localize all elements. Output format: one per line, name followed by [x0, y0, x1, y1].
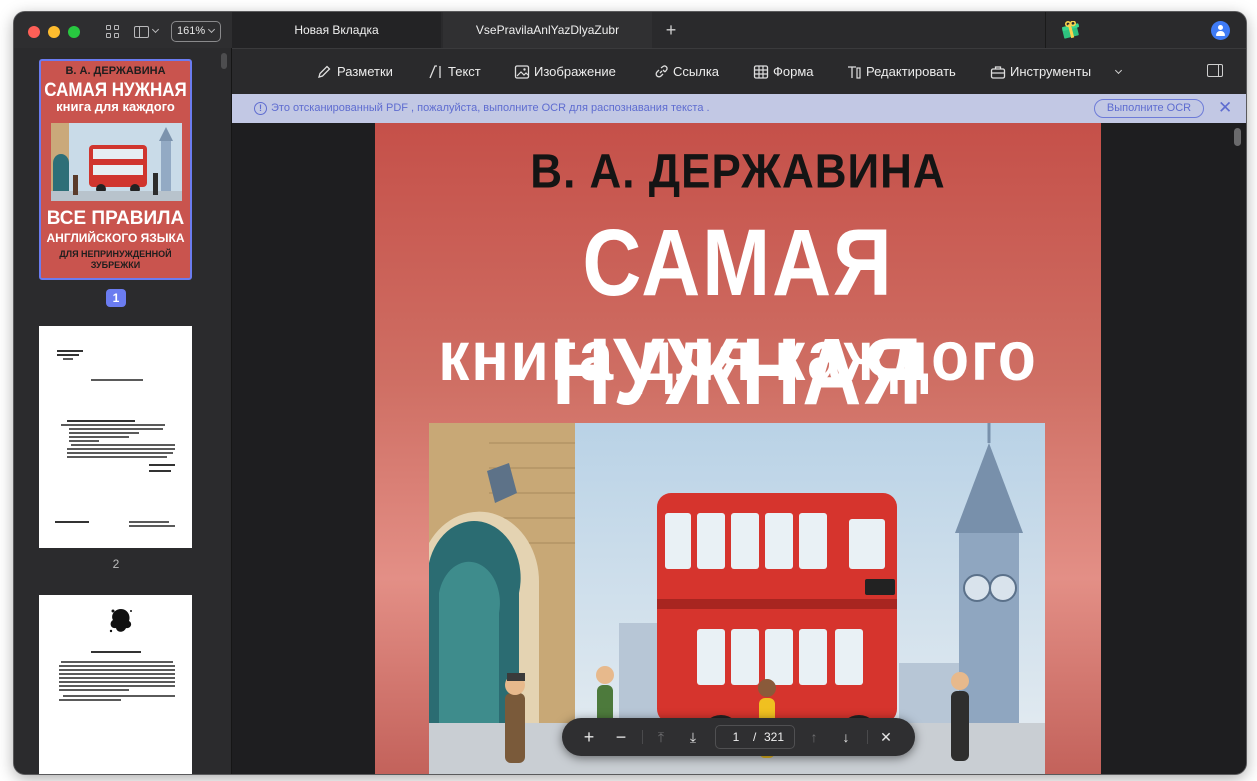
right-panel-toggle-icon[interactable]: [1207, 64, 1223, 77]
thumbnail-sidebar: В. А. ДЕРЖАВИНА САМАЯ НУЖНАЯ книга для к…: [14, 48, 232, 774]
current-page: 1: [732, 730, 740, 744]
tab-new-tab[interactable]: Новая Вкладка: [232, 12, 441, 48]
tab-label: VsePravilaAnlYazDlyaZubr: [475, 23, 620, 37]
zoom-level-value: 161%: [177, 25, 206, 37]
minimize-window-button[interactable]: [48, 26, 60, 38]
next-page-icon[interactable]: ↓: [835, 718, 857, 756]
app-window: 161% Новая Вкладка VsePravilaAnlYazDlyaZ…: [14, 12, 1246, 774]
thumb-cover-rules-note: ДЛЯ НЕПРИНУЖДЕННОЙ ЗУБРЕЖКИ: [59, 249, 172, 270]
tool-label: Ссылка: [673, 64, 720, 79]
title-bar: 161% Новая Вкладка VsePravilaAnlYazDlyaZ…: [14, 12, 1246, 48]
pdf-page: В. А. ДЕРЖАВИНА САМАЯ НУЖНАЯ книга для к…: [375, 123, 1101, 774]
gift-icon[interactable]: [1060, 21, 1082, 39]
tool-label: Форма: [773, 64, 814, 79]
close-navigator-icon[interactable]: ✕: [875, 718, 897, 756]
text-icon: [429, 65, 441, 79]
thumb-cover-rules-sub: АНГЛИЙСКОГО ЯЗЫКА: [46, 231, 185, 245]
next-page-download-icon[interactable]: ⤓: [682, 718, 704, 756]
thumbnail-page-number-selected: 1: [106, 289, 126, 307]
tab-label: Новая Вкладка: [294, 23, 379, 37]
page-thumbnail-3[interactable]: [39, 595, 192, 774]
page-navigator: + − ⤒ ⤓ 1 / 321 ↑ ↓ ✕: [562, 718, 915, 756]
edit-toolbar: Разметки Текст Изображение Ссылка Форма …: [232, 48, 1246, 94]
thumb-cover-subtitle: книга для каждого: [56, 99, 175, 114]
page-thumbnail-1[interactable]: В. А. ДЕРЖАВИНА САМАЯ НУЖНАЯ книга для к…: [39, 59, 192, 280]
edit-icon: [848, 66, 861, 79]
sidebar-panel-icon: [134, 26, 149, 38]
info-icon: !: [254, 102, 267, 115]
tool-label: Текст: [448, 64, 481, 79]
sidebar-scrollbar[interactable]: [221, 53, 227, 69]
thumb-cover-rules-title: ВСЕ ПРАВИЛА: [46, 208, 185, 229]
form-icon: [753, 65, 769, 79]
cover-author: В. А. ДЕРЖАВИНА: [530, 144, 946, 199]
page-number-input[interactable]: 1 / 321: [715, 725, 795, 749]
thumbnail-page-number: 2: [112, 557, 120, 571]
new-tab-button[interactable]: +: [654, 12, 688, 48]
page-thumbnail-2[interactable]: [39, 326, 192, 548]
tab-document[interactable]: VsePravilaAnlYazDlyaZubr: [443, 12, 652, 48]
tool-label: Редактировать: [866, 64, 956, 79]
thumb-cover-title: САМАЯ НУЖНАЯ: [44, 78, 187, 101]
sidebar-header: 161%: [14, 12, 232, 48]
zoom-level-select[interactable]: 161%: [171, 21, 221, 42]
tool-label: Разметки: [337, 64, 393, 79]
zoom-in-icon[interactable]: +: [578, 718, 600, 756]
image-icon: [514, 65, 530, 79]
ocr-banner-message: Это отсканированный PDF , пожалуйста, вы…: [271, 102, 710, 114]
chevron-down-icon: [151, 25, 160, 34]
document-scrollbar[interactable]: [1234, 128, 1241, 146]
thumb-cover-author: В. А. ДЕРЖАВИНА: [65, 65, 166, 77]
page-separator: /: [753, 730, 757, 744]
link-icon: [655, 65, 668, 78]
tab-divider: [1045, 12, 1046, 48]
zoom-out-icon[interactable]: −: [610, 718, 632, 756]
cover-subtitle: книга для каждого: [438, 316, 1038, 396]
pencil-icon: [318, 65, 331, 78]
chevron-down-icon: [207, 25, 216, 34]
tool-label: Изображение: [534, 64, 616, 79]
previous-page-icon[interactable]: ↑: [803, 718, 825, 756]
ink-blot-icon: [109, 609, 132, 633]
close-icon[interactable]: ✕: [1218, 94, 1232, 122]
grid-view-icon[interactable]: [106, 25, 120, 39]
zoom-window-button[interactable]: [68, 26, 80, 38]
user-avatar-icon[interactable]: [1211, 21, 1230, 40]
first-page-icon[interactable]: ⤒: [650, 718, 672, 756]
total-pages: 321: [764, 730, 785, 744]
ocr-banner: ! Это отсканированный PDF , пожалуйста, …: [232, 94, 1246, 123]
sidebar-view-menu-button[interactable]: [134, 24, 160, 40]
thumb-cover-illustration: [51, 123, 182, 201]
run-ocr-button[interactable]: Выполните OCR: [1094, 99, 1204, 118]
document-viewer: В. А. ДЕРЖАВИНА САМАЯ НУЖНАЯ книга для к…: [232, 123, 1246, 774]
chevron-down-icon: [1114, 66, 1123, 75]
tool-label: Инструменты: [1010, 64, 1092, 79]
toolbox-icon: [990, 66, 1006, 79]
close-window-button[interactable]: [28, 26, 40, 38]
